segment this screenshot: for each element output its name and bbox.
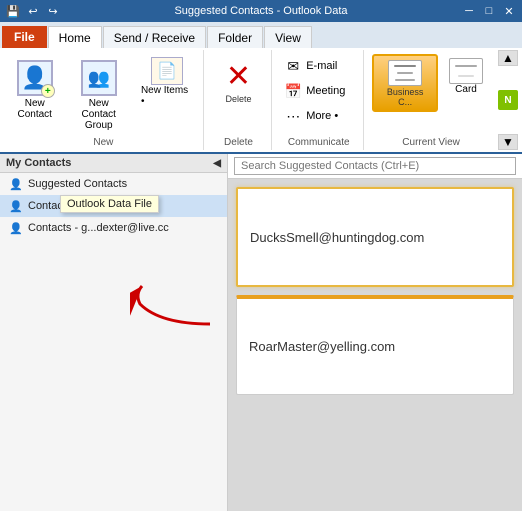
email-icon: ✉ (283, 57, 303, 75)
sidebar: My Contacts ◀ 👤 Suggested Contacts 👤 Con… (0, 154, 228, 511)
sidebar-header-label: My Contacts (6, 157, 71, 169)
business-card-icon (387, 59, 423, 87)
ribbon-group-new: 👤 + NewContact 👥 New ContactGroup 📄 (4, 50, 204, 150)
ribbon-tabs: File Home Send / Receive Folder View (0, 22, 522, 48)
contacts-outlook-icon: 👤 (8, 198, 24, 214)
delete-icon: ✕ (220, 58, 256, 94)
delete-button[interactable]: ✕ Delete (211, 54, 265, 108)
contact-email-2: RoarMaster@yelling.com (249, 339, 395, 354)
onenote-button[interactable]: N (498, 90, 518, 110)
new-group-label: New (8, 135, 199, 148)
main-area: My Contacts ◀ 👤 Suggested Contacts 👤 Con… (0, 154, 522, 511)
delete-group-label: Delete (224, 135, 253, 148)
contacts-live-label: Contacts - g...dexter@live.cc (28, 222, 219, 234)
more-icon: ⋯ (283, 107, 303, 125)
close-btn[interactable]: ✕ (500, 2, 518, 20)
email-label: E-mail (306, 60, 337, 72)
more-label: More • (306, 110, 338, 122)
new-contact-button[interactable]: 👤 + NewContact (8, 54, 61, 124)
contacts-live-icon: 👤 (8, 220, 24, 236)
new-contact-group-icon: 👥 (79, 58, 119, 98)
contact-email-1: DucksSmell@huntingdog.com (250, 230, 424, 245)
card-label: Card (455, 84, 477, 95)
sidebar-item-contacts-live[interactable]: 👤 Contacts - g...dexter@live.cc (0, 217, 227, 239)
communicate-group-label: Communicate (278, 135, 359, 148)
restore-btn[interactable]: □ (480, 2, 498, 20)
ribbon-group-communicate: ✉ E-mail 📅 Meeting ⋯ More • Communicate (274, 50, 364, 150)
business-card-button[interactable]: Business C... (372, 54, 438, 112)
arrow-overlay (130, 274, 220, 337)
sidebar-item-contacts-outlook[interactable]: 👤 Contacts - Outlook Data File (0, 195, 227, 217)
meeting-label: Meeting (306, 85, 345, 97)
search-input[interactable] (234, 157, 516, 175)
content-area: DucksSmell@huntingdog.com RoarMaster@yel… (228, 154, 522, 511)
scroll-down-btn[interactable]: ▼ (498, 134, 518, 150)
sidebar-collapse-btn[interactable]: ◀ (213, 158, 221, 169)
redo-icon[interactable]: ↪ (44, 2, 62, 20)
contact-card-2[interactable]: RoarMaster@yelling.com (236, 295, 514, 395)
ribbon-group-delete: ✕ Delete Delete (206, 50, 272, 150)
suggested-contacts-icon: 👤 (8, 176, 24, 192)
meeting-button[interactable]: 📅 Meeting (278, 79, 359, 103)
tab-view[interactable]: View (264, 26, 312, 48)
undo-icon[interactable]: ↩ (24, 2, 42, 20)
email-button[interactable]: ✉ E-mail (278, 54, 359, 78)
card-icon (449, 58, 483, 84)
new-contact-group-button[interactable]: 👥 New ContactGroup (63, 54, 133, 135)
window-title: Suggested Contacts - Outlook Data (64, 5, 458, 17)
more-button[interactable]: ⋯ More • (278, 104, 359, 128)
contacts-outlook-label: Contacts - (28, 200, 219, 212)
new-items-button[interactable]: 📄 New Items • (136, 54, 199, 110)
new-contact-icon: 👤 + (15, 58, 55, 98)
ribbon-scroll: ▲ N ▼ (498, 50, 518, 150)
meeting-icon: 📅 (283, 82, 303, 100)
tab-folder[interactable]: Folder (207, 26, 263, 48)
save-icon[interactable]: 💾 (4, 2, 22, 20)
tab-home[interactable]: Home (48, 26, 102, 48)
scroll-up-btn[interactable]: ▲ (498, 50, 518, 66)
new-items-label: New Items • (141, 85, 194, 107)
sidebar-header: My Contacts ◀ (0, 154, 227, 173)
ribbon-content: 👤 + NewContact 👥 New ContactGroup 📄 (0, 48, 522, 154)
new-contact-group-label: New ContactGroup (70, 98, 126, 131)
delete-label: Delete (225, 94, 251, 104)
sidebar-item-suggested-contacts[interactable]: 👤 Suggested Contacts (0, 173, 227, 195)
new-contact-label: NewContact (18, 98, 52, 120)
search-bar (228, 154, 522, 179)
contact-card-1[interactable]: DucksSmell@huntingdog.com (236, 187, 514, 287)
tab-send-receive[interactable]: Send / Receive (103, 26, 206, 48)
current-view-group-label: Current View (402, 135, 460, 148)
minimize-btn[interactable]: ─ (460, 2, 478, 20)
quick-access-toolbar: 💾 ↩ ↪ Suggested Contacts - Outlook Data … (0, 0, 522, 22)
ribbon-group-current-view: Business C... Card Current View (366, 50, 496, 150)
card-button[interactable]: Card (442, 54, 490, 99)
contacts-grid: DucksSmell@huntingdog.com RoarMaster@yel… (228, 179, 522, 511)
suggested-contacts-label: Suggested Contacts (28, 178, 219, 190)
tab-file[interactable]: File (2, 26, 47, 48)
business-card-label: Business C... (379, 87, 431, 107)
